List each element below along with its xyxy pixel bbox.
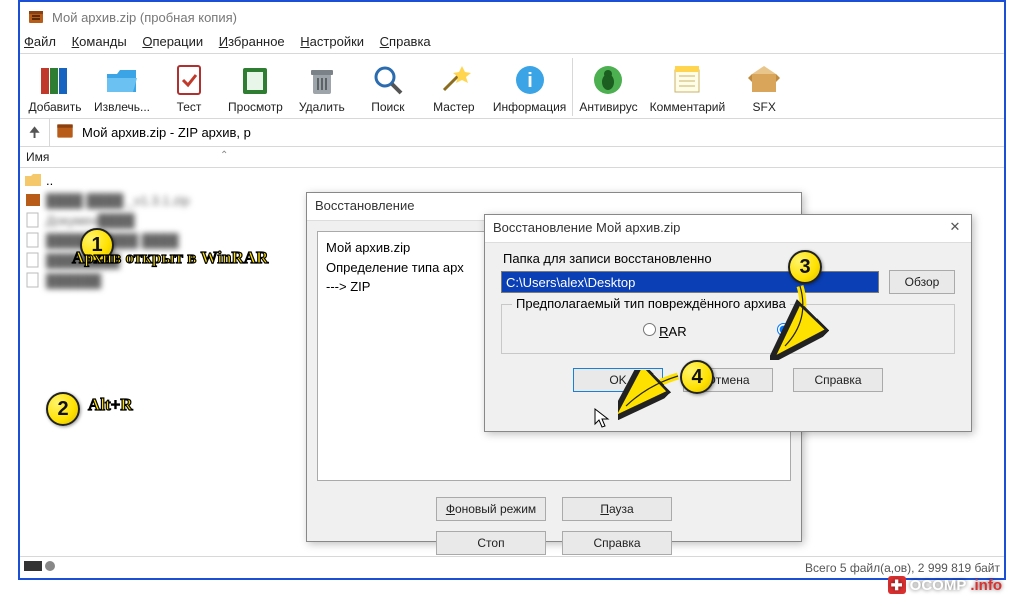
plus-icon: ✚ <box>888 576 906 594</box>
archive-type-group: Предполагаемый тип повреждённого архива … <box>501 304 955 354</box>
file-icon <box>24 272 42 288</box>
arrow-3-to-zip <box>770 280 830 360</box>
status-text: Всего 5 файл(а,ов), 2 999 819 байт <box>805 561 1000 575</box>
wand-icon <box>434 60 474 100</box>
close-icon[interactable]: ✕ <box>945 219 965 235</box>
cursor-icon <box>594 408 612 430</box>
browse-button[interactable]: Обзор <box>889 270 955 294</box>
tb-av[interactable]: Антивирус <box>572 58 643 116</box>
tb-comment[interactable]: Комментарий <box>644 58 732 116</box>
sort-indicator: ⌃ <box>220 150 228 161</box>
winrar-icon <box>26 7 46 27</box>
tb-wizard[interactable]: Мастер <box>421 58 487 116</box>
repair-options-dialog: Восстановление Мой архив.zip ✕ Папка для… <box>484 214 972 432</box>
badge-2: 2 <box>46 392 80 426</box>
toolbar: Добавить Извлечь... Тест Просмотр Удалит… <box>20 53 1004 119</box>
pathbar: 🠉 Мой архив.zip - ZIP архив, р <box>20 119 1004 147</box>
list-header[interactable]: Имя ⌃ <box>20 147 1004 168</box>
file-icon <box>24 232 42 248</box>
stop-button[interactable]: Стоп <box>436 531 546 555</box>
tb-find[interactable]: Поиск <box>355 58 421 116</box>
tb-info[interactable]: iИнформация <box>487 58 572 116</box>
pause-button[interactable]: Пауза <box>562 497 672 521</box>
trash-icon <box>302 60 342 100</box>
up-button[interactable]: 🠉 <box>20 119 50 146</box>
info-icon: i <box>510 60 550 100</box>
tb-add[interactable]: Добавить <box>22 58 88 116</box>
bg-mode-button[interactable]: Фоновый режим <box>436 497 546 521</box>
book-icon <box>235 60 275 100</box>
menu-settings[interactable]: Настройки <box>300 34 364 49</box>
menu-favorites[interactable]: Избранное <box>219 34 285 49</box>
help-button[interactable]: Справка <box>793 368 883 392</box>
titlebar: Мой архив.zip (пробная копия) <box>20 2 1004 32</box>
menu-commands[interactable]: Команды <box>72 34 127 49</box>
badge-4: 4 <box>680 360 714 394</box>
tb-sfx[interactable]: SFX <box>731 58 797 116</box>
notepad-icon <box>667 60 707 100</box>
arrow-4-to-ok <box>618 370 688 420</box>
menu-help[interactable]: Справка <box>380 34 431 49</box>
books-icon <box>35 60 75 100</box>
annotation-2: Alt+R <box>88 395 133 415</box>
annotation-1: Архив открыт в WinRAR <box>72 248 268 268</box>
badge-3: 3 <box>788 250 822 284</box>
search-icon <box>368 60 408 100</box>
archive-icon <box>54 120 78 145</box>
svg-text:i: i <box>527 70 533 92</box>
file-icon <box>24 252 42 268</box>
clipboard-check-icon <box>169 60 209 100</box>
file-icon <box>24 212 42 228</box>
folder-label: Папка для записи восстановленно <box>503 251 971 266</box>
dialog-title: Восстановление Мой архив.zip ✕ <box>485 215 971 243</box>
menubar: Файл Команды Операции Избранное Настройк… <box>20 32 1004 53</box>
watermark: ✚ OCOMP.info <box>888 576 1002 594</box>
menu-operations[interactable]: Операции <box>142 34 203 49</box>
rar-radio[interactable]: RAR <box>643 323 687 339</box>
zip-icon <box>24 192 42 208</box>
tb-view[interactable]: Просмотр <box>222 58 289 116</box>
menu-file[interactable]: Файл <box>24 34 56 49</box>
window-title: Мой архив.zip (пробная копия) <box>52 10 237 25</box>
box-icon <box>744 60 784 100</box>
tb-extract[interactable]: Извлечь... <box>88 58 156 116</box>
folder-up-icon <box>24 172 42 188</box>
tb-test[interactable]: Тест <box>156 58 222 116</box>
help-button[interactable]: Справка <box>562 531 672 555</box>
bug-icon <box>588 60 628 100</box>
list-item-up[interactable]: .. <box>24 170 1000 190</box>
tb-delete[interactable]: Удалить <box>289 58 355 116</box>
status-icon <box>24 559 58 576</box>
folder-open-icon <box>102 60 142 100</box>
path-text[interactable]: Мой архив.zip - ZIP архив, р <box>82 125 251 140</box>
